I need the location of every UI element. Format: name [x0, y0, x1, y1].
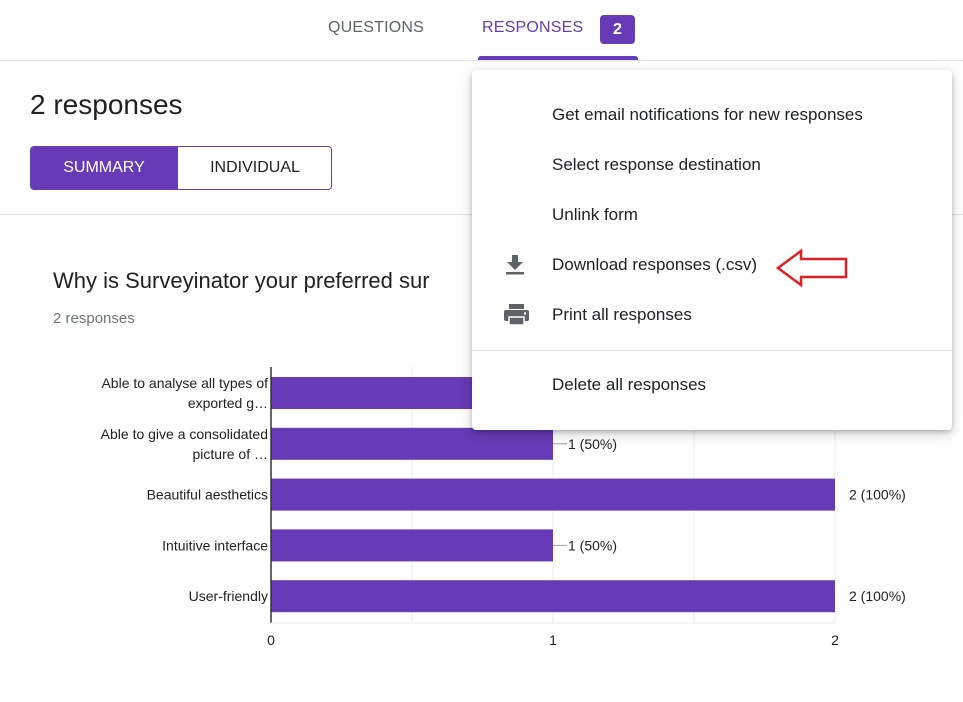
x-tick-label: 2 [831, 632, 839, 648]
menu-item-label: Print all responses [552, 305, 692, 324]
menu-item-label: Download responses (.csv) [552, 255, 758, 274]
responses-menu: Get email notifications for new response… [472, 70, 952, 430]
menu-item-print[interactable]: Print all responses [472, 290, 952, 340]
menu-item-label: Delete all responses [552, 375, 707, 394]
data-label: 2 (100%) [849, 487, 906, 503]
category-label: Able to analyse all types of exported g… [101, 375, 268, 411]
x-tick-label: 1 [549, 632, 557, 648]
data-label: 2 (100%) [849, 588, 906, 604]
menu-item-label: Get email notifications for new response… [552, 105, 863, 124]
menu-item-unlink-form[interactable]: Unlink form [472, 190, 952, 240]
data-label: 1 (50%) [568, 436, 617, 452]
bar [271, 427, 553, 460]
responses-heading: 2 responses [30, 89, 183, 120]
x-tick-label: 0 [267, 632, 275, 648]
bar [271, 580, 835, 613]
view-toggle: SUMMARY INDIVIDUAL [30, 146, 332, 190]
category-label: Able to give a consolidated picture of … [101, 426, 268, 462]
bar [271, 478, 835, 511]
tab-questions[interactable]: QUESTIONS [328, 19, 424, 37]
bar [271, 529, 553, 562]
category-label: Intuitive interface [162, 537, 268, 553]
menu-item-label: Unlink form [552, 205, 638, 224]
download-icon [502, 252, 532, 278]
active-tab-indicator [478, 56, 638, 60]
top-tab-bar: QUESTIONS RESPONSES 2 [0, 0, 963, 61]
question-response-count: 2 responses [53, 310, 135, 327]
tab-responses[interactable]: RESPONSES [482, 19, 583, 37]
data-label: 1 (50%) [568, 537, 617, 553]
menu-item-delete-all[interactable]: Delete all responses [472, 360, 952, 410]
menu-item-select-destination[interactable]: Select response destination [472, 140, 952, 190]
question-title: Why is Surveyinator your preferred sur [53, 268, 430, 293]
responses-count-badge: 2 [600, 15, 635, 44]
menu-item-email-notifications[interactable]: Get email notifications for new response… [472, 90, 952, 140]
summary-button[interactable]: SUMMARY [31, 147, 177, 189]
print-icon [502, 302, 532, 328]
menu-divider [472, 350, 952, 351]
category-label: User-friendly [189, 588, 268, 604]
annotation-arrow-icon [776, 248, 848, 288]
menu-item-label: Select response destination [552, 155, 761, 174]
individual-button[interactable]: INDIVIDUAL [177, 147, 331, 189]
category-label: Beautiful aesthetics [147, 487, 268, 503]
menu-item-download-csv[interactable]: Download responses (.csv) [472, 240, 952, 290]
